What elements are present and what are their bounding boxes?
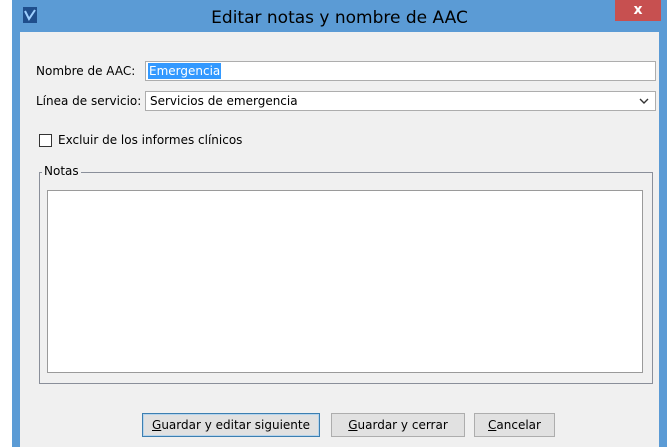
aac-name-input[interactable]: Emergencia	[145, 61, 656, 81]
window-title: Editar notas y nombre de AAC	[211, 8, 468, 28]
exclude-reports-checkbox[interactable]	[39, 134, 52, 147]
service-line-select[interactable]: Servicios de emergencia	[145, 91, 656, 111]
cancel-button[interactable]: Cancelar	[474, 413, 555, 437]
aac-name-value: Emergencia	[148, 63, 222, 79]
dialog-body: Nombre de AAC: Emergencia Línea de servi…	[20, 32, 659, 447]
save-next-mnemonic: G	[152, 418, 162, 432]
close-button[interactable]: x	[615, 0, 661, 21]
save-next-label: uardar y editar siguiente	[161, 418, 310, 432]
dialog-window: Editar notas y nombre de AAC x Nombre de…	[12, 0, 667, 447]
name-label: Nombre de AAC:	[36, 64, 136, 78]
save-close-label: uardar y cerrar	[357, 418, 448, 432]
chevron-down-icon	[639, 98, 649, 104]
save-close-mnemonic: G	[348, 418, 358, 432]
title-bar[interactable]: Editar notas y nombre de AAC x	[12, 0, 667, 32]
exclude-reports-label[interactable]: Excluir de los informes clínicos	[58, 133, 242, 147]
cancel-label: ancelar	[496, 418, 541, 432]
notes-textarea[interactable]	[47, 190, 643, 373]
service-line-value: Servicios de emergencia	[150, 94, 298, 108]
save-and-close-button[interactable]: Guardar y cerrar	[331, 413, 465, 437]
service-line-label: Línea de servicio:	[36, 94, 142, 108]
save-and-edit-next-button[interactable]: Guardar y editar siguiente	[142, 413, 320, 437]
notes-legend: Notas	[42, 164, 81, 178]
